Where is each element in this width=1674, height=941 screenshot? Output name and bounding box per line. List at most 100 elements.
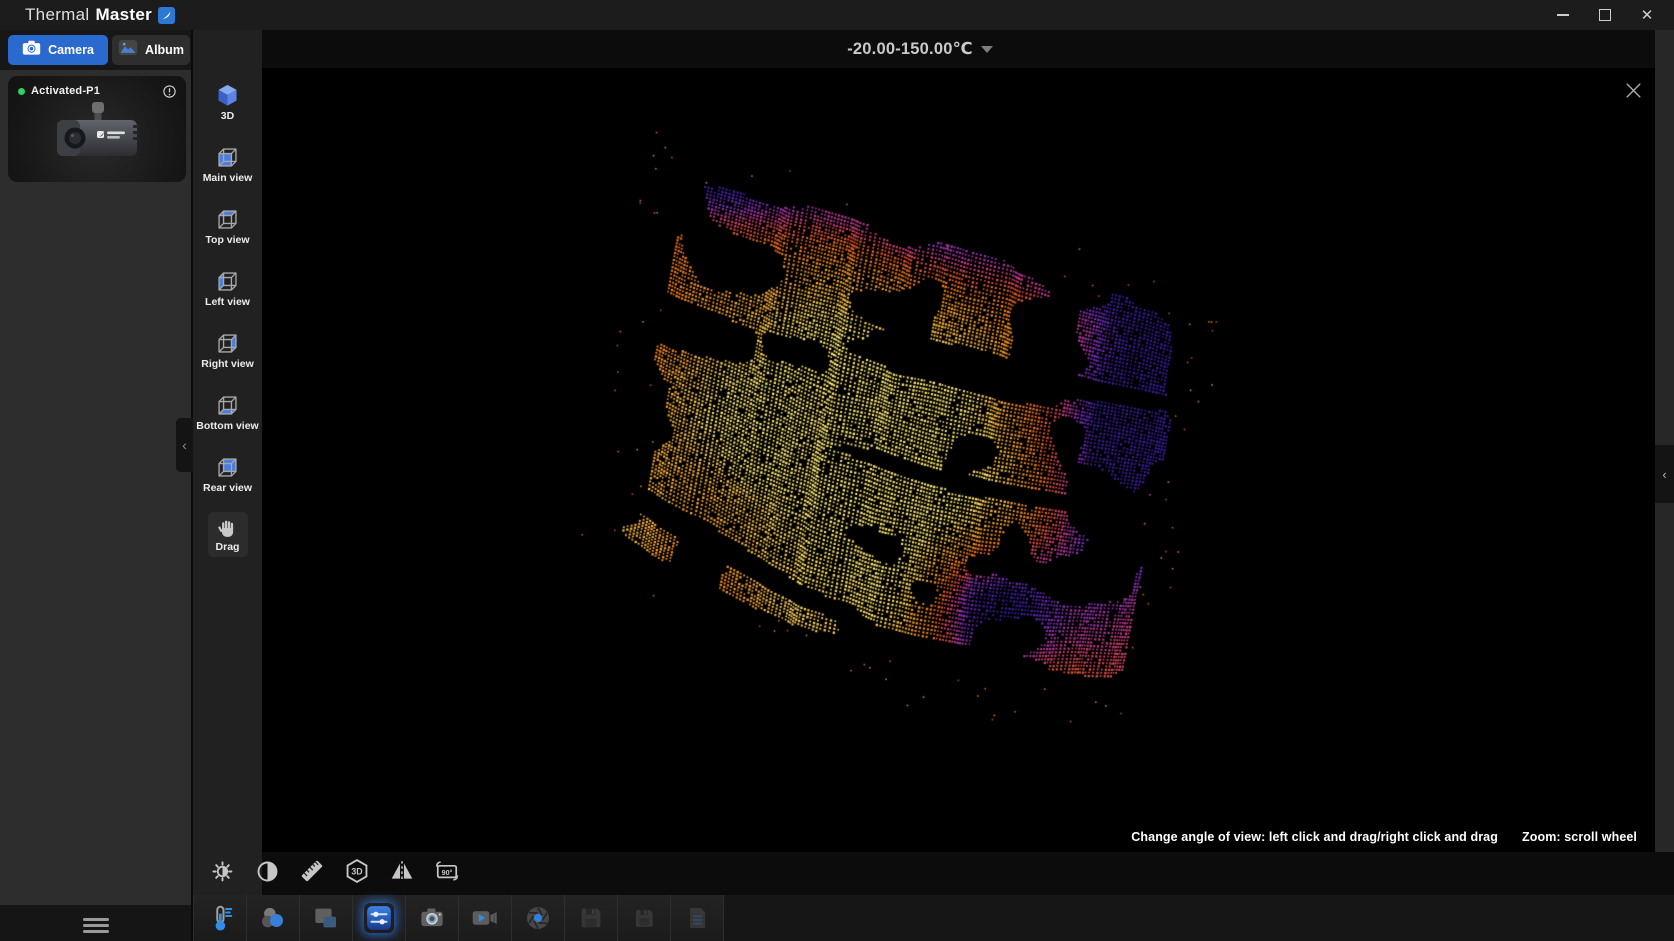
app-window: Thermal Master ✕ Camera Al <box>0 0 1674 941</box>
viewer-hints: Change angle of view: left click and dra… <box>1131 830 1637 844</box>
hint-rotate: Change angle of view: left click and dra… <box>1131 830 1498 844</box>
sidebar: Camera Album Activated-P1 <box>0 30 193 941</box>
measure-ruler-button[interactable] <box>295 857 329 891</box>
drag-label: Drag <box>216 541 240 553</box>
measure-ruler-icon <box>298 857 326 890</box>
action-toolbar <box>193 895 1674 941</box>
palette-icon <box>258 903 288 933</box>
main-view-button[interactable]: Main view <box>195 140 261 188</box>
sidebar-tab-row: Camera Album <box>0 30 191 70</box>
rear-view-button[interactable]: Rear view <box>195 450 260 498</box>
title-bar[interactable]: Thermal Master ✕ <box>0 0 1674 30</box>
main-view-label: Main view <box>203 172 253 184</box>
record-video-button[interactable] <box>459 895 512 941</box>
top-view-button[interactable]: Top view <box>197 202 257 250</box>
close-icon: ✕ <box>1641 8 1654 23</box>
shutter-icon <box>523 903 553 933</box>
device-name: Activated-P1 <box>31 85 100 97</box>
viewer-area: -20.00-150.00℃ Change angle of view: lef… <box>262 30 1674 941</box>
flip-horizontal-icon <box>388 857 416 890</box>
top-view-cube-icon <box>214 206 241 233</box>
rotate-90-button[interactable]: 90° <box>430 857 464 891</box>
top-view-label: Top view <box>205 234 249 246</box>
viewer-close-button[interactable] <box>1619 76 1647 104</box>
save-icon <box>576 903 606 933</box>
sidebar-collapse-handle[interactable]: ‹ <box>176 418 193 472</box>
window-controls: ✕ <box>1542 0 1668 30</box>
rear-view-label: Rear view <box>203 482 252 494</box>
tab-album[interactable]: Album <box>112 35 190 65</box>
close-x-icon <box>1624 81 1643 100</box>
capture-photo-button[interactable] <box>406 895 459 941</box>
point-cloud-viewport[interactable]: Change angle of view: left click and dra… <box>262 68 1655 852</box>
view-3d-cube-icon <box>214 82 241 109</box>
brand-text-bold: Master <box>95 5 152 25</box>
right-view-cube-icon <box>214 330 241 357</box>
hamburger-icon <box>83 918 109 921</box>
tab-camera[interactable]: Camera <box>8 35 108 65</box>
left-view-cube-icon <box>214 268 241 295</box>
album-icon <box>118 39 138 61</box>
hex-3d-button[interactable]: 3D <box>340 857 374 891</box>
flip-horizontal-button[interactable] <box>385 857 419 891</box>
view-3d-label: 3D <box>221 110 234 122</box>
device-info-button[interactable] <box>160 82 178 100</box>
drag-hand-icon <box>216 516 240 540</box>
device-card[interactable]: Activated-P1 <box>8 76 186 182</box>
svg-text:90°: 90° <box>442 869 453 877</box>
minimize-button[interactable] <box>1542 0 1584 30</box>
picture-in-picture-button[interactable] <box>300 895 353 941</box>
left-view-label: Left view <box>205 296 250 308</box>
device-status: Activated-P1 <box>18 85 100 97</box>
app-logo: Thermal Master <box>25 0 175 30</box>
minimize-icon <box>1557 14 1569 16</box>
left-view-button[interactable]: Left view <box>197 264 258 312</box>
temperature-icon <box>205 903 235 933</box>
save-button <box>565 895 618 941</box>
device-image <box>37 98 157 179</box>
right-view-label: Right view <box>201 358 254 370</box>
capture-photo-icon <box>417 903 447 933</box>
display-settings-button[interactable] <box>353 895 406 941</box>
bottom-view-label: Bottom view <box>196 420 258 432</box>
maximize-button[interactable] <box>1584 0 1626 30</box>
display-settings-icon <box>364 903 394 933</box>
temperature-range-value: -20.00-150.00℃ <box>847 39 973 59</box>
info-icon <box>162 84 177 99</box>
brightness-button[interactable] <box>205 857 239 891</box>
hex-3d-icon: 3D <box>343 857 371 890</box>
bottom-view-button[interactable]: Bottom view <box>188 388 266 436</box>
palette-button[interactable] <box>247 895 300 941</box>
view-toolbar: 3D Main view Top view Left view Right view Bo… <box>193 30 262 895</box>
contrast-icon <box>254 858 281 890</box>
contrast-button[interactable] <box>250 857 284 891</box>
view-3d-button[interactable]: 3D <box>206 78 249 126</box>
temperature-range-dropdown[interactable]: -20.00-150.00℃ <box>810 36 1030 62</box>
menu-button[interactable] <box>83 918 109 936</box>
action-toolbar-cells <box>193 895 724 941</box>
save-as-icon <box>629 903 659 933</box>
right-panel-strip: ‹ <box>1655 30 1674 852</box>
rotate-90-icon: 90° <box>432 857 462 890</box>
record-video-icon <box>469 903 501 933</box>
temperature-button[interactable] <box>194 895 247 941</box>
close-button[interactable]: ✕ <box>1626 0 1668 30</box>
point-cloud-canvas[interactable] <box>262 68 1655 852</box>
report-icon <box>682 903 712 933</box>
status-dot-icon <box>18 88 25 95</box>
rear-view-cube-icon <box>214 454 241 481</box>
brand-text-light: Thermal <box>25 5 89 25</box>
tab-album-label: Album <box>145 43 184 57</box>
maximize-icon <box>1599 9 1611 21</box>
svg-text:3D: 3D <box>351 867 362 877</box>
save-as-button <box>618 895 671 941</box>
right-view-button[interactable]: Right view <box>193 326 262 374</box>
brand-swoosh-icon <box>158 7 175 24</box>
hint-zoom: Zoom: scroll wheel <box>1522 830 1637 844</box>
right-panel-collapse-handle[interactable]: ‹ <box>1655 445 1674 503</box>
drag-button[interactable]: Drag <box>208 512 248 557</box>
sidebar-footer <box>0 905 191 941</box>
shutter-button[interactable] <box>512 895 565 941</box>
brightness-icon <box>209 858 236 890</box>
picture-in-picture-icon <box>311 903 341 933</box>
